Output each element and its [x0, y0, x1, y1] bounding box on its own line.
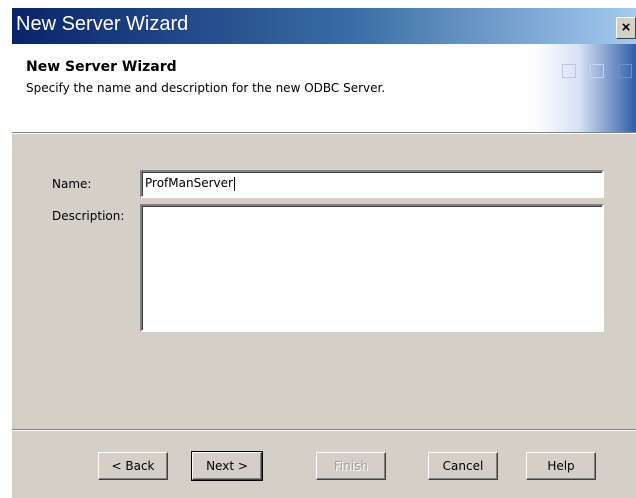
- header-decoration: [532, 44, 636, 132]
- back-button[interactable]: < Back: [98, 452, 168, 480]
- description-label: Description:: [52, 209, 125, 223]
- header-title: New Server Wizard: [26, 59, 177, 75]
- cancel-button[interactable]: Cancel: [428, 452, 498, 480]
- wizard-window: New Server Wizard × New Server Wizard Sp…: [12, 8, 636, 498]
- header-separator: [12, 132, 636, 134]
- decorative-square-icon: [590, 64, 604, 78]
- close-icon: ×: [621, 19, 631, 36]
- name-value: ProfManServer: [145, 176, 233, 190]
- window-title: New Server Wizard: [16, 13, 189, 35]
- decorative-square-icon: [618, 64, 632, 78]
- button-bar-separator: [12, 429, 636, 431]
- help-button[interactable]: Help: [526, 452, 596, 480]
- text-cursor: [233, 176, 235, 191]
- description-input[interactable]: [140, 204, 604, 332]
- finish-button[interactable]: Finish: [316, 452, 386, 480]
- close-button[interactable]: ×: [616, 17, 636, 39]
- next-button[interactable]: Next >: [191, 451, 263, 481]
- header-subtitle: Specify the name and description for the…: [26, 81, 386, 95]
- title-bar[interactable]: New Server Wizard ×: [12, 8, 636, 44]
- name-input[interactable]: ProfManServer: [140, 170, 604, 198]
- wizard-header: New Server Wizard Specify the name and d…: [12, 44, 636, 132]
- decorative-square-icon: [562, 64, 576, 78]
- name-label: Name:: [52, 177, 92, 191]
